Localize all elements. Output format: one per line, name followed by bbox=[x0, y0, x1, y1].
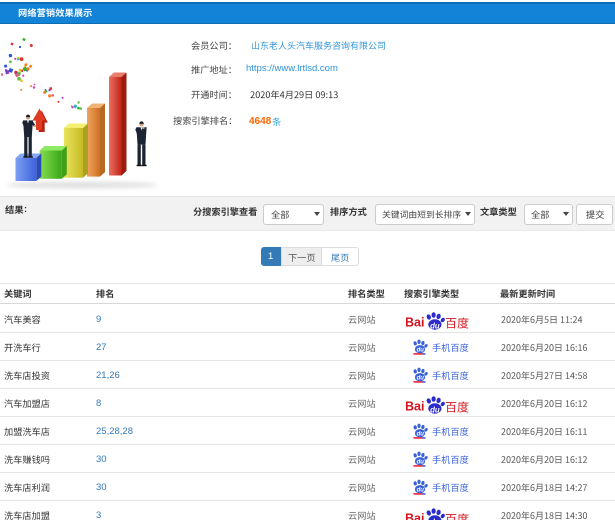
svg-text:Bai: Bai bbox=[406, 511, 424, 520]
svg-text:du: du bbox=[417, 459, 425, 465]
svg-text:du: du bbox=[430, 405, 440, 414]
svg-text:du: du bbox=[417, 431, 425, 437]
svg-text:du: du bbox=[417, 347, 425, 353]
svg-text:du: du bbox=[417, 487, 425, 493]
svg-text:du: du bbox=[417, 375, 425, 381]
svg-text:du: du bbox=[430, 321, 440, 330]
svg-text:Bai: Bai bbox=[406, 399, 424, 413]
svg-text:Bai: Bai bbox=[406, 315, 424, 329]
